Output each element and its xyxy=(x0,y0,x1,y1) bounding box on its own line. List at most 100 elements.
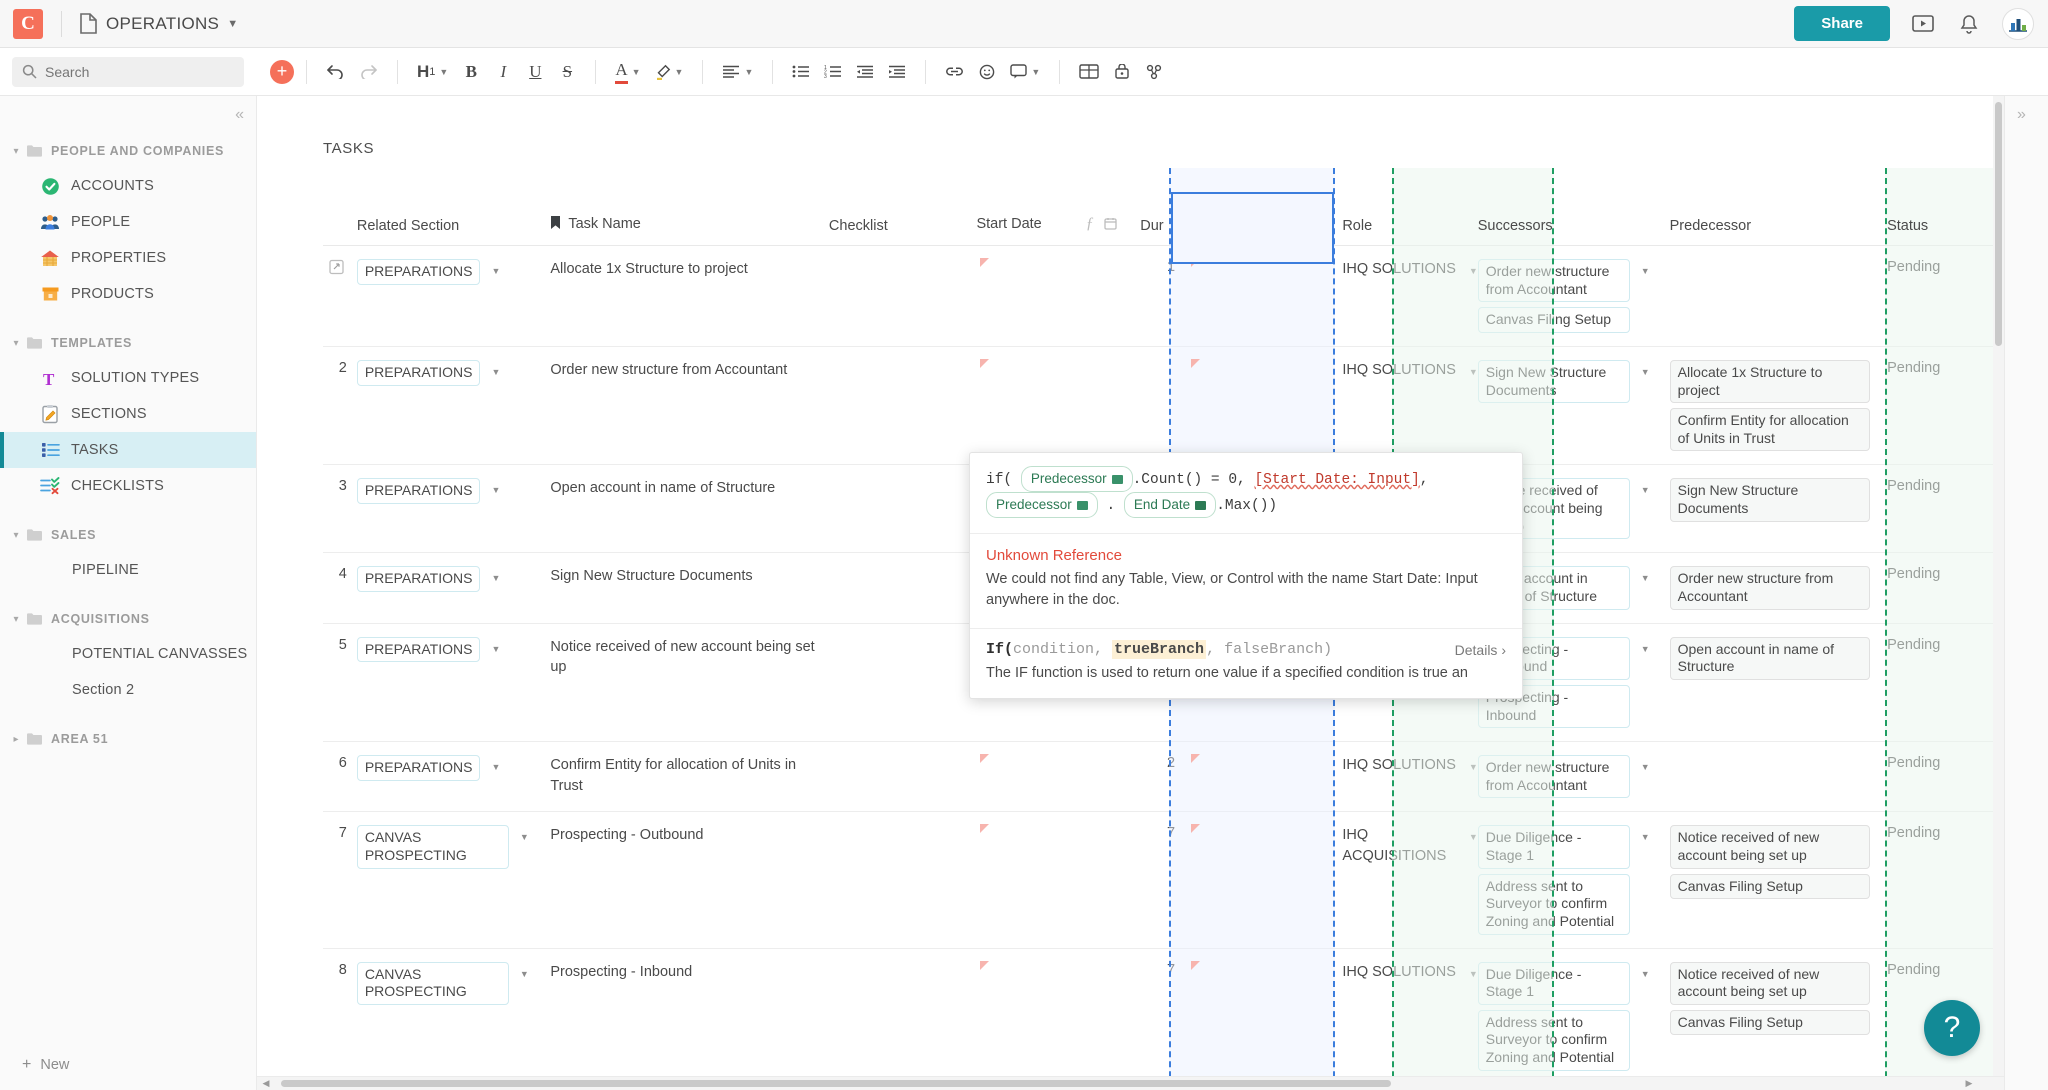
strikethrough-button[interactable]: S xyxy=(554,57,580,87)
cell-predecessor[interactable]: Order new structure from Accountant xyxy=(1669,552,1888,624)
chevron-down-icon[interactable]: ▼ xyxy=(1641,573,1650,583)
token-predecessor-2[interactable]: Predecessor xyxy=(986,492,1098,519)
link-button[interactable] xyxy=(941,57,968,87)
sidebar-item-tasks[interactable]: TASKS xyxy=(0,432,256,468)
cell-related-section[interactable]: PREPARATIONS ▼ xyxy=(356,552,551,624)
help-button[interactable]: ? xyxy=(1924,1000,1980,1056)
cell-predecessor[interactable]: Sign New Structure Documents xyxy=(1669,464,1888,554)
chevron-down-icon[interactable]: ▼ xyxy=(491,266,500,276)
cell-task-name[interactable]: Order new structure from Accountant xyxy=(550,346,829,466)
share-button[interactable]: Share xyxy=(1794,6,1890,41)
scroll-right-arrow[interactable]: ▶ xyxy=(1960,1078,1978,1089)
chevron-down-icon[interactable]: ▼ xyxy=(1641,644,1650,654)
column-header-start[interactable]: Start Date ƒ xyxy=(976,215,1140,246)
chevron-down-icon[interactable]: ▼ xyxy=(439,67,448,77)
sidebar-group-sales[interactable]: ▾ SALES xyxy=(0,518,256,552)
bell-icon[interactable] xyxy=(1956,11,1982,37)
formula-icon[interactable]: ƒ xyxy=(1086,215,1094,232)
chevron-down-icon[interactable]: ▼ xyxy=(744,67,753,77)
redo-button[interactable] xyxy=(355,57,382,87)
cell-checklist[interactable] xyxy=(828,623,977,743)
table-row[interactable]: 2 PREPARATIONS ▼ Order new structure from A… xyxy=(323,346,2004,466)
cell-end-date[interactable] xyxy=(1187,811,1343,949)
cell-successors[interactable]: Due Diligence - Stage 1 Address sent to S… xyxy=(1477,948,1670,1085)
expand-row-icon[interactable] xyxy=(323,245,357,347)
cell-related-section[interactable]: PREPARATIONS ▼ xyxy=(356,741,551,813)
sidebar-item-solution-types[interactable]: T SOLUTION TYPES xyxy=(0,360,256,396)
sidebar-group-people-and-companies[interactable]: ▾ PEOPLE AND COMPANIES xyxy=(0,134,256,168)
successor-chip[interactable]: Address sent to Surveyor to confirm Zoni… xyxy=(1477,873,1630,935)
horizontal-scrollbar-track[interactable]: ◀ ▶ xyxy=(257,1076,2004,1090)
new-page-button[interactable]: + New xyxy=(22,1056,69,1074)
cell-related-section[interactable]: PREPARATIONS ▼ xyxy=(356,245,551,347)
emoji-icon[interactable] xyxy=(974,57,1000,87)
numbered-list-button[interactable]: 123 xyxy=(820,57,846,87)
horizontal-scrollbar-thumb[interactable] xyxy=(281,1080,1391,1087)
avatar[interactable] xyxy=(2002,7,2034,40)
column-header-section[interactable]: Related Section xyxy=(357,215,550,246)
column-header-successors[interactable]: Successors xyxy=(1478,215,1670,246)
cell-predecessor[interactable] xyxy=(1669,741,1888,813)
cell-related-section[interactable]: PREPARATIONS ▼ xyxy=(356,623,551,743)
cell-checklist[interactable] xyxy=(828,741,977,813)
row-number[interactable]: 3 xyxy=(323,464,357,554)
cell-start-date[interactable] xyxy=(976,811,1141,949)
table-row[interactable]: PREPARATIONS ▼ Allocate 1x Structure to pr… xyxy=(323,245,2004,347)
sidebar-item-sections[interactable]: SECTIONS xyxy=(0,396,256,432)
sidebar-item-accounts[interactable]: ACCOUNTS xyxy=(0,168,256,204)
section-chip[interactable]: PREPARATIONS xyxy=(356,566,481,592)
cell-duration[interactable]: 7 xyxy=(1140,811,1188,949)
token-predecessor[interactable]: Predecessor xyxy=(1020,466,1133,492)
cell-status[interactable]: Pending xyxy=(1887,245,2004,347)
chevron-down-icon[interactable]: ▼ xyxy=(1641,762,1650,772)
italic-button[interactable]: I xyxy=(490,57,516,87)
predecessor-chip[interactable]: Notice received of new account being set… xyxy=(1669,961,1870,1005)
sidebar-item-section-2[interactable]: Section 2 xyxy=(0,672,256,708)
sidebar-group-acquisitions[interactable]: ▾ ACQUISITIONS xyxy=(0,602,256,636)
cell-predecessor[interactable] xyxy=(1669,245,1888,347)
successor-chip[interactable]: Due Diligence - Stage 1 xyxy=(1477,961,1630,1005)
predecessor-chip[interactable]: Allocate 1x Structure to project xyxy=(1669,359,1870,404)
cell-checklist[interactable] xyxy=(828,552,977,624)
cell-role[interactable]: IHQ ACQUISITIONS ▼ xyxy=(1342,811,1478,949)
chevron-down-icon[interactable]: ▼ xyxy=(227,18,238,30)
column-header-role[interactable]: Role xyxy=(1342,215,1477,246)
pack-button[interactable] xyxy=(1109,57,1135,87)
cell-status[interactable]: Pending xyxy=(1887,346,2004,466)
cell-predecessor[interactable]: Notice received of new account being set… xyxy=(1669,811,1888,949)
chevron-down-icon[interactable]: ▼ xyxy=(632,67,641,77)
cell-predecessor[interactable]: Allocate 1x Structure to project Confirm … xyxy=(1669,346,1888,466)
chevron-down-icon[interactable]: ▼ xyxy=(491,644,500,654)
bold-button[interactable]: B xyxy=(458,57,484,87)
predecessor-chip[interactable]: Open account in name of Structure xyxy=(1669,636,1870,680)
section-chip[interactable]: PREPARATIONS xyxy=(356,359,481,386)
chevron-down-icon[interactable]: ▼ xyxy=(1641,367,1650,377)
comment-button[interactable]: ▼ xyxy=(1006,57,1044,87)
cell-start-date[interactable] xyxy=(976,948,1141,1085)
cell-checklist[interactable] xyxy=(828,811,977,949)
calendar-icon[interactable] xyxy=(1104,217,1117,234)
cell-predecessor[interactable]: Notice received of new account being set… xyxy=(1669,948,1888,1085)
row-number[interactable]: 5 xyxy=(323,623,357,743)
predecessor-chip[interactable]: Sign New Structure Documents xyxy=(1669,478,1870,522)
column-header-rownum[interactable] xyxy=(323,215,357,246)
coda-logo[interactable]: C xyxy=(13,8,43,39)
chevron-down-icon[interactable]: ▼ xyxy=(1641,832,1650,842)
chevron-down-icon[interactable]: ▼ xyxy=(1031,67,1040,77)
formula-code[interactable]: if( Predecessor .Count() = 0, [Start Date… xyxy=(970,453,1522,534)
chevron-down-icon[interactable]: ▾ xyxy=(8,146,24,157)
cell-successors[interactable]: Order new structure from Accountant ▼ xyxy=(1477,741,1670,813)
search-box[interactable] xyxy=(12,56,244,87)
cell-duration[interactable]: 2 xyxy=(1140,741,1188,813)
page-title[interactable]: OPERATIONS xyxy=(106,14,219,34)
chevron-down-icon[interactable]: ▼ xyxy=(491,367,500,377)
chevron-down-icon[interactable]: ▾ xyxy=(8,530,24,541)
cell-role[interactable]: IHQ SOLUTIONS ▼ xyxy=(1342,346,1478,466)
add-button[interactable]: + xyxy=(270,59,294,84)
cell-task-name[interactable]: Sign New Structure Documents xyxy=(550,552,829,624)
section-chip[interactable]: PREPARATIONS xyxy=(356,259,481,285)
automation-button[interactable] xyxy=(1141,57,1167,87)
formula-bad-reference[interactable]: [Start Date: Input] xyxy=(1254,472,1419,488)
row-number[interactable]: 6 xyxy=(323,741,357,813)
chevron-down-icon[interactable]: ▼ xyxy=(1469,367,1478,377)
